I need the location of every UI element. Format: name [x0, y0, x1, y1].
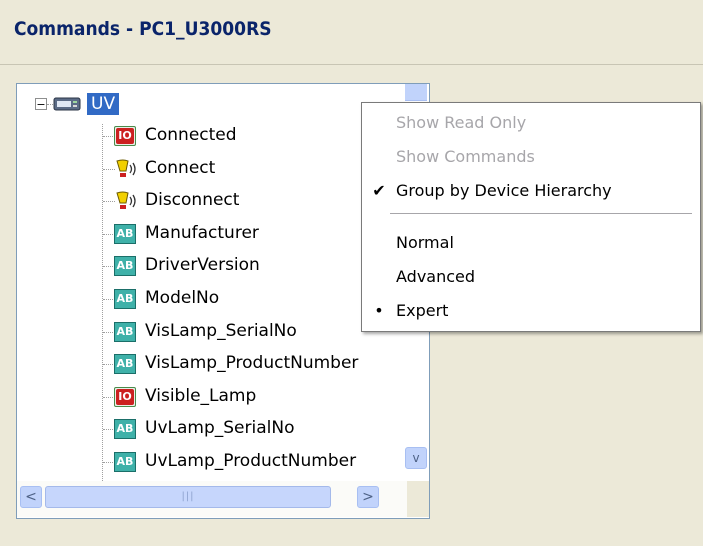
device-icon: [53, 97, 81, 111]
context-menu: Show Read Only Show Commands ✔ Group by Dev…: [361, 102, 701, 332]
menu-item-show-commands[interactable]: Show Commands: [362, 141, 698, 173]
tree-item-label[interactable]: Disconnect: [145, 190, 239, 210]
string-property-icon: AB: [114, 256, 136, 277]
string-property-icon: AB: [114, 452, 136, 472]
scroll-right-arrow-icon[interactable]: >: [357, 486, 379, 508]
tree-root-uv[interactable]: UV: [87, 93, 120, 115]
collapse-toggle-icon[interactable]: −: [35, 98, 47, 110]
window-title: Commands - PC1_U3000RS: [14, 18, 272, 40]
boolean-status-icon: [114, 386, 136, 407]
tree-item-label[interactable]: VisLamp_ProductNumber: [145, 353, 358, 373]
menu-item-normal[interactable]: Normal: [362, 227, 698, 259]
scroll-down-arrow-icon[interactable]: v: [405, 447, 427, 469]
boolean-status-icon: [114, 126, 136, 146]
menu-item-label: Show Read Only: [396, 113, 527, 132]
string-property-icon: AB: [114, 354, 136, 375]
menu-item-label: Show Commands: [396, 147, 535, 166]
menu-item-show-read-only[interactable]: Show Read Only: [362, 107, 698, 139]
scroll-left-arrow-icon[interactable]: <: [20, 486, 42, 508]
menu-item-label: Group by Device Hierarchy: [396, 181, 612, 200]
tree-item-label[interactable]: Connected: [145, 125, 237, 145]
menu-item-expert[interactable]: • Expert: [362, 295, 698, 327]
menu-item-label: Expert: [396, 301, 449, 320]
menu-item-label: Advanced: [396, 267, 476, 286]
scrollbar-corner: [407, 481, 429, 517]
string-property-icon: AB: [114, 419, 136, 440]
string-property-icon: AB: [114, 223, 136, 244]
command-icon: [114, 159, 142, 179]
horizontal-scrollbar[interactable]: < ||| >: [17, 481, 407, 517]
vertical-scroll-top[interactable]: [405, 84, 427, 101]
radio-bullet-icon: •: [374, 301, 384, 320]
menu-separator: [390, 213, 692, 214]
menu-item-group-by-device-hierarchy[interactable]: ✔ Group by Device Hierarchy: [362, 175, 698, 207]
menu-item-advanced[interactable]: Advanced: [362, 261, 698, 293]
tree-item-label[interactable]: Visible_Lamp: [145, 386, 256, 406]
tree-item-label[interactable]: ModelNo: [145, 288, 219, 308]
tree-item-label[interactable]: UvLamp_ProductNumber: [145, 451, 356, 471]
tree-item-label[interactable]: DriverVersion: [145, 255, 260, 275]
tree-guide-line: [102, 124, 103, 518]
checkmark-icon: ✔: [372, 181, 386, 200]
string-property-icon: AB: [114, 289, 136, 309]
title-divider: [0, 64, 703, 65]
tree-item-label[interactable]: Connect: [145, 158, 215, 178]
tree-item-label[interactable]: Manufacturer: [145, 223, 259, 243]
command-icon: [114, 191, 142, 211]
tree-item-label[interactable]: VisLamp_SerialNo: [145, 321, 297, 341]
window-title-bar: Commands - PC1_U3000RS: [0, 0, 703, 68]
horizontal-scroll-thumb[interactable]: |||: [45, 486, 331, 508]
tree-item-label[interactable]: UvLamp_SerialNo: [145, 418, 294, 438]
menu-item-label: Normal: [396, 233, 454, 252]
string-property-icon: AB: [114, 321, 136, 342]
